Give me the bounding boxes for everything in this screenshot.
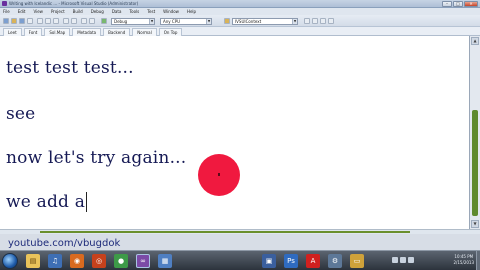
scroll-up-button[interactable]: ▲	[471, 37, 479, 45]
start-debug-icon[interactable]	[101, 18, 107, 24]
taskbar: ▤ ♫ ◉ ◎ ● ∞ ▦ ▣ Ps A ⚙ ▭ 10:45 PM 2/15/2…	[0, 250, 480, 270]
window-title: Writing with Icelandic ... - Microsoft V…	[9, 1, 139, 6]
menu-data[interactable]: Data	[112, 8, 122, 15]
paste-icon[interactable]	[53, 18, 59, 24]
browser-icon[interactable]: ◎	[92, 254, 106, 268]
chevron-down-icon: ▼	[149, 19, 154, 24]
chevron-down-icon: ▼	[292, 19, 297, 24]
find-in-files-icon[interactable]	[224, 18, 230, 24]
menu-view[interactable]: View	[33, 8, 43, 15]
tray-volume-icon[interactable]	[400, 257, 406, 263]
toolbox-icon[interactable]	[328, 18, 334, 24]
chrome-icon[interactable]: ●	[114, 254, 128, 268]
settings-icon[interactable]: ⚙	[328, 254, 342, 268]
status-progress	[40, 231, 410, 233]
window-controls: – □ ✕	[442, 1, 478, 7]
menu-file[interactable]: File	[3, 8, 10, 15]
configuration-value: Debug	[114, 19, 128, 24]
visual-studio-icon[interactable]: ∞	[136, 254, 150, 268]
open-file-icon[interactable]	[11, 18, 17, 24]
chevron-down-icon: ▼	[206, 19, 211, 24]
media-icon[interactable]: ♫	[48, 254, 62, 268]
document-editor[interactable]: test test test... see now let's try agai…	[0, 36, 470, 229]
tab-metadata[interactable]: Metadata	[72, 28, 102, 36]
start-button[interactable]	[2, 253, 18, 269]
menu-help[interactable]: Help	[187, 8, 196, 15]
window-icon[interactable]: ▣	[262, 254, 276, 268]
tray-network-icon[interactable]	[392, 257, 398, 263]
firefox-icon[interactable]: ◉	[70, 254, 84, 268]
scroll-down-button[interactable]: ▼	[471, 220, 479, 228]
toolbar: Debug ▼ Any CPU ▼ IVSUIContext ▼	[0, 15, 480, 27]
minimize-button[interactable]: –	[442, 1, 452, 7]
tab-leet[interactable]: Leet	[3, 28, 22, 36]
mouse-highlight-icon	[198, 154, 240, 196]
menu-bar: File Edit View Project Build Debug Data …	[0, 8, 480, 15]
scrollbar-thumb[interactable]	[472, 110, 478, 216]
platform-value: Any CPU	[163, 19, 181, 24]
object-browser-icon[interactable]	[320, 18, 326, 24]
menu-window[interactable]: Window	[163, 8, 179, 15]
document-line-2: see	[6, 104, 36, 124]
tab-normal[interactable]: Normal	[132, 28, 157, 36]
copy-icon[interactable]	[45, 18, 51, 24]
pointer-icon	[218, 173, 220, 176]
tab-font[interactable]: Font	[23, 28, 43, 36]
cut-icon[interactable]	[37, 18, 43, 24]
clock-date: 2/15/2013	[453, 260, 474, 265]
folder-icon[interactable]: ▭	[350, 254, 364, 268]
document-icon[interactable]: ▦	[158, 254, 172, 268]
menu-test[interactable]: Test	[147, 8, 155, 15]
taskbar-clock[interactable]: 10:45 PM 2/15/2013	[453, 254, 474, 266]
menu-debug[interactable]: Debug	[91, 8, 104, 15]
document-line-4: we add a	[6, 192, 86, 212]
configuration-select[interactable]: Debug ▼	[111, 18, 155, 25]
menu-project[interactable]: Project	[51, 8, 65, 15]
undo-icon[interactable]	[63, 18, 69, 24]
menu-build[interactable]: Build	[73, 8, 83, 15]
solution-explorer-icon[interactable]	[304, 18, 310, 24]
document-tabs: Leet Font Sol.Map Metadata Backend Norma…	[0, 27, 480, 36]
tab-backend[interactable]: Backend	[103, 28, 131, 36]
navigate-forward-icon[interactable]	[89, 18, 95, 24]
menu-edit[interactable]: Edit	[18, 8, 26, 15]
document-line-3: now let's try again...	[6, 148, 187, 168]
close-button[interactable]: ✕	[464, 1, 478, 7]
tab-sol-map[interactable]: Sol.Map	[44, 28, 71, 36]
visual-studio-icon	[2, 1, 7, 6]
find-value: IVSUIContext	[235, 19, 262, 24]
vertical-scrollbar[interactable]: ▲ ▼	[470, 36, 480, 229]
title-bar: Writing with Icelandic ... - Microsoft V…	[0, 0, 480, 8]
find-combo[interactable]: IVSUIContext ▼	[232, 18, 298, 25]
document-line-1: test test test...	[6, 58, 134, 78]
menu-tools[interactable]: Tools	[129, 8, 139, 15]
redo-icon[interactable]	[71, 18, 77, 24]
status-bar	[0, 229, 480, 234]
channel-watermark: youtube.com/vbugdok	[8, 238, 121, 249]
navigate-back-icon[interactable]	[81, 18, 87, 24]
show-desktop-button[interactable]	[476, 251, 480, 270]
platform-select[interactable]: Any CPU ▼	[160, 18, 212, 25]
maximize-button[interactable]: □	[453, 1, 463, 7]
acrobat-icon[interactable]: A	[306, 254, 320, 268]
text-caret	[86, 192, 87, 212]
new-project-icon[interactable]	[3, 18, 9, 24]
tab-on-top[interactable]: On Top	[158, 28, 183, 36]
properties-icon[interactable]	[312, 18, 318, 24]
save-icon[interactable]	[19, 18, 25, 24]
explorer-icon[interactable]: ▤	[26, 254, 40, 268]
tray-flag-icon[interactable]	[408, 257, 414, 263]
photoshop-icon[interactable]: Ps	[284, 254, 298, 268]
save-all-icon[interactable]	[27, 18, 33, 24]
